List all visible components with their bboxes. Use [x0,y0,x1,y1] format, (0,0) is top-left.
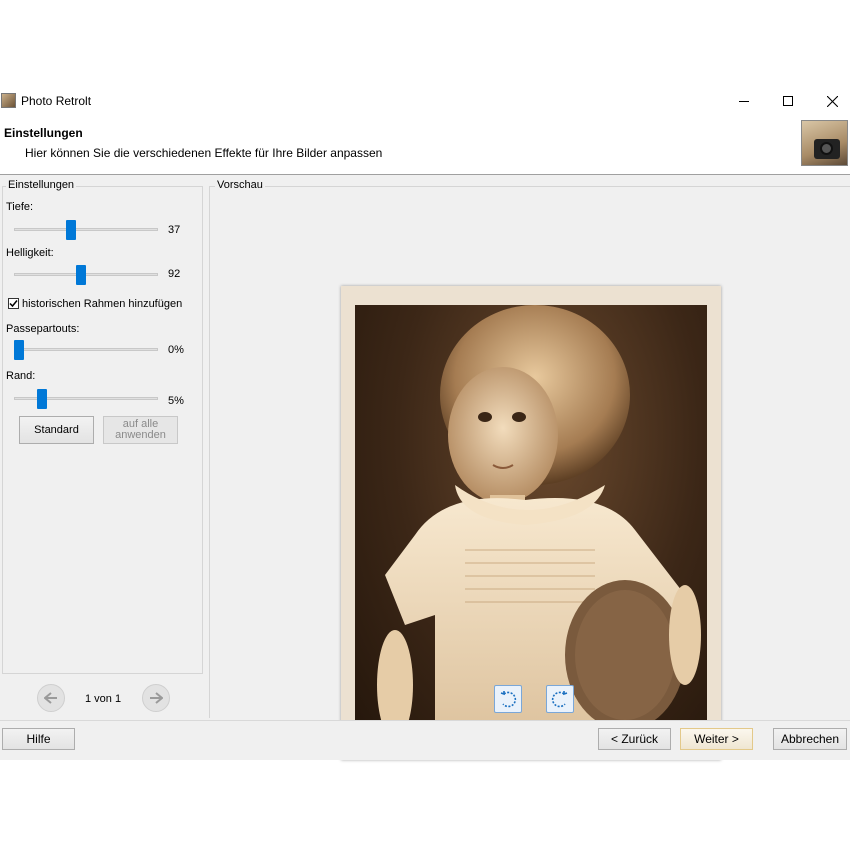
back-button[interactable]: < Zurück [598,728,671,750]
page-title: Einstellungen [4,126,83,140]
app-icon [1,93,16,108]
helligkeit-slider-thumb[interactable] [76,265,86,285]
rand-value: 5% [168,395,184,407]
wizard-footer: Hilfe < Zurück Weiter > Abbrechen [0,721,850,760]
tiefe-slider[interactable] [14,220,158,240]
close-icon [826,95,838,107]
close-button[interactable] [810,88,850,114]
historic-frame-label: historischen Rahmen hinzufügen [22,298,183,310]
minimize-button[interactable] [722,88,766,114]
rotate-right-icon [551,691,568,708]
photo-retrolt-window: Photo Retrolt Einstellungen Hier können … [0,88,850,760]
historic-frame-checkbox[interactable] [8,298,19,309]
minimize-icon [739,101,749,102]
cancel-button[interactable]: Abbrechen [773,728,847,750]
passepartouts-slider-thumb[interactable] [14,340,24,360]
passepartouts-slider[interactable] [14,340,158,360]
window-title: Photo Retrolt [21,94,92,108]
title-bar: Photo Retrolt [0,88,850,114]
tiefe-label: Tiefe: [6,201,34,213]
rotate-left-button[interactable] [494,685,522,713]
page-subtitle: Hier können Sie die verschiedenen Effekt… [25,146,383,160]
checkmark-icon [9,300,18,308]
apply-to-all-button[interactable]: auf alle anwenden [103,416,178,444]
help-button[interactable]: Hilfe [2,728,75,750]
content-area: Einstellungen Tiefe: 37 Helligkeit: 92 h… [0,175,850,760]
standard-button[interactable]: Standard [19,416,94,444]
passepartouts-label: Passepartouts: [6,323,80,335]
settings-group-label: Einstellungen [6,179,77,191]
helligkeit-label: Helligkeit: [6,247,54,259]
previous-image-button[interactable] [37,684,65,712]
arrow-left-icon [44,692,57,704]
next-button[interactable]: Weiter > [680,728,753,750]
preview-group-label: Vorschau [215,179,265,191]
helligkeit-slider[interactable] [14,265,158,285]
rotate-left-icon [500,691,517,708]
rand-slider-thumb[interactable] [37,389,47,409]
maximize-icon [783,96,793,106]
wizard-header: Einstellungen Hier können Sie die versch… [0,114,850,174]
tiefe-value: 37 [168,224,181,236]
sepia-portrait-image [377,305,701,744]
preview-photo [355,305,707,744]
maximize-button[interactable] [766,88,810,114]
rand-slider[interactable] [14,389,158,409]
tiefe-slider-thumb[interactable] [66,220,76,240]
passepartouts-value: 0% [168,344,184,356]
image-counter: 1 von 1 [85,693,122,705]
rotate-right-button[interactable] [546,685,574,713]
camera-photo-icon [801,120,848,166]
next-image-button[interactable] [142,684,170,712]
arrow-right-icon [150,692,163,704]
helligkeit-value: 92 [168,268,181,280]
rand-label: Rand: [6,370,36,382]
